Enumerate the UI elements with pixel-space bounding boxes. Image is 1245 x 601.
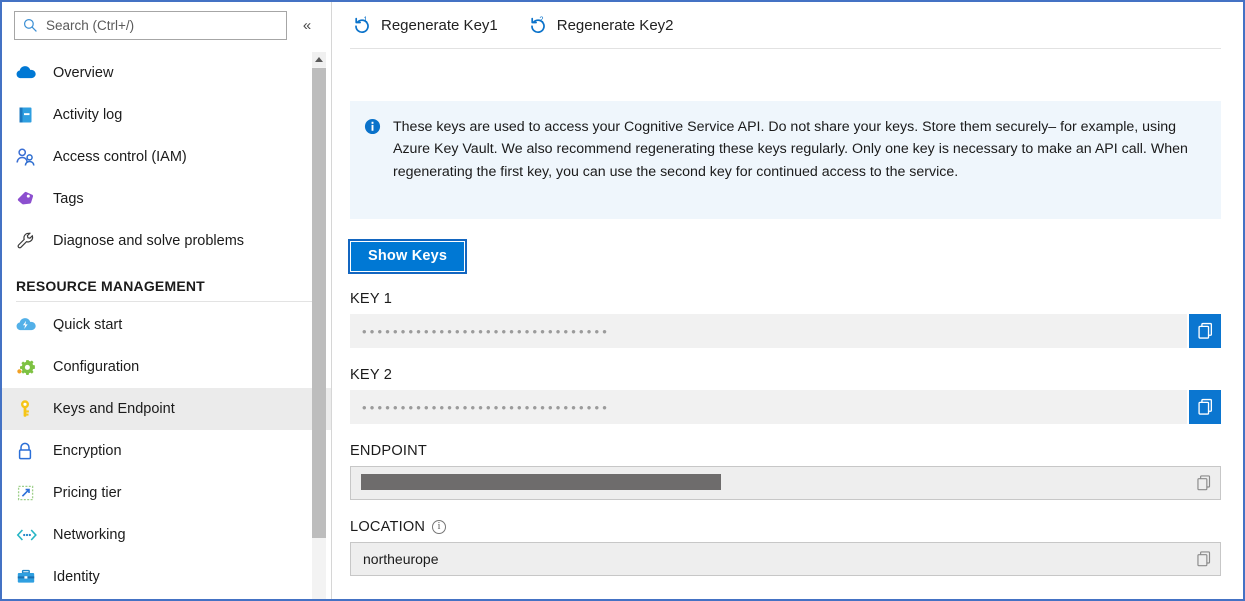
sidebar-item-quick-start[interactable]: Quick start	[2, 304, 331, 346]
svg-text:2: 2	[539, 15, 543, 24]
location-field[interactable]: northeurope	[350, 542, 1221, 576]
sidebar-nav-scroll-area: Overview Activity log	[2, 48, 331, 599]
toolbar-divider	[350, 48, 1221, 49]
azure-portal-window: « Overview	[0, 0, 1245, 601]
copy-location-button[interactable]	[1196, 551, 1212, 568]
info-icon	[364, 118, 381, 203]
keys-content: These keys are used to access your Cogni…	[332, 101, 1243, 576]
endpoint-redaction-overlay	[361, 474, 721, 490]
endpoint-row	[350, 466, 1221, 500]
configuration-gear-icon	[16, 356, 42, 378]
sidebar-item-label: Networking	[53, 527, 126, 543]
show-keys-row: Show Keys	[350, 241, 1221, 272]
sidebar-item-pricing-tier[interactable]: Pricing tier	[2, 472, 331, 514]
info-banner-text: These keys are used to access your Cogni…	[393, 116, 1193, 203]
pricing-tier-icon	[16, 482, 42, 504]
location-label: LOCATION i	[350, 519, 1221, 535]
access-control-icon	[16, 146, 42, 168]
sidebar-item-label: Keys and Endpoint	[53, 401, 175, 417]
cloud-icon	[16, 62, 42, 84]
sidebar-item-activity-log[interactable]: Activity log	[2, 94, 331, 136]
key1-label: KEY 1	[350, 291, 1221, 307]
sidebar-item-label: Activity log	[53, 107, 122, 123]
svg-text:1: 1	[363, 15, 367, 24]
sidebar-item-label: Pricing tier	[53, 485, 122, 501]
key1-value: ••••••••••••••••••••••••••••••••	[362, 325, 610, 338]
lock-icon	[16, 440, 42, 462]
sidebar-section-title: RESOURCE MANAGEMENT	[2, 262, 331, 301]
key2-label-text: KEY 2	[350, 367, 392, 383]
sidebar-search-row: «	[2, 2, 331, 46]
sidebar-item-label: Quick start	[53, 317, 122, 333]
chevron-up-icon	[315, 57, 323, 62]
key2-label: KEY 2	[350, 367, 1221, 383]
keys-and-endpoint-pane: 1 Regenerate Key1 2 Regenerate Key2	[332, 2, 1243, 599]
regenerate-key2-label: Regenerate Key2	[557, 17, 674, 34]
sidebar-item-keys-and-endpoint[interactable]: Keys and Endpoint	[2, 388, 331, 430]
location-value: northeurope	[363, 551, 439, 567]
resource-sidebar: « Overview	[2, 2, 332, 599]
sidebar-item-configuration[interactable]: Configuration	[2, 346, 331, 388]
location-info-icon[interactable]: i	[432, 520, 446, 534]
sidebar-item-diagnose[interactable]: Diagnose and solve problems	[2, 220, 331, 262]
sidebar-item-label: Diagnose and solve problems	[53, 233, 244, 249]
tag-icon	[16, 188, 42, 210]
identity-briefcase-icon	[16, 566, 42, 588]
scrollbar-thumb[interactable]	[312, 68, 326, 538]
key1-label-text: KEY 1	[350, 291, 392, 307]
search-icon	[23, 18, 38, 33]
command-toolbar: 1 Regenerate Key1 2 Regenerate Key2	[332, 2, 1243, 48]
search-input[interactable]	[44, 17, 286, 34]
activity-log-icon	[16, 104, 42, 126]
sidebar-item-label: Access control (IAM)	[53, 149, 187, 165]
key1-field[interactable]: ••••••••••••••••••••••••••••••••	[350, 314, 1187, 348]
sidebar-item-label: Overview	[53, 65, 113, 81]
quick-start-icon	[16, 314, 42, 336]
copy-endpoint-button[interactable]	[1196, 475, 1212, 492]
key-icon	[16, 398, 42, 420]
copy-key1-button[interactable]	[1189, 314, 1221, 348]
key2-value: ••••••••••••••••••••••••••••••••	[362, 401, 610, 414]
sidebar-scrollbar[interactable]	[312, 52, 326, 599]
sidebar-item-networking[interactable]: Networking	[2, 514, 331, 556]
sidebar-item-identity[interactable]: Identity	[2, 556, 331, 598]
sidebar-item-label: Tags	[53, 191, 84, 207]
sidebar-item-access-control[interactable]: Access control (IAM)	[2, 136, 331, 178]
copy-key2-button[interactable]	[1189, 390, 1221, 424]
endpoint-label-text: ENDPOINT	[350, 443, 427, 459]
sidebar-item-overview[interactable]: Overview	[2, 52, 331, 94]
regenerate-key1-icon: 1	[352, 15, 372, 35]
location-row: northeurope	[350, 542, 1221, 576]
wrench-icon	[16, 230, 42, 252]
endpoint-field[interactable]	[350, 466, 1221, 500]
regenerate-key2-icon: 2	[528, 15, 548, 35]
location-label-text: LOCATION	[350, 519, 425, 535]
sidebar-item-encryption[interactable]: Encryption	[2, 430, 331, 472]
regenerate-key2-button[interactable]: 2 Regenerate Key2	[526, 11, 676, 39]
scroll-up-button[interactable]	[312, 52, 326, 67]
regenerate-key1-label: Regenerate Key1	[381, 17, 498, 34]
info-banner: These keys are used to access your Cogni…	[350, 101, 1221, 219]
sidebar-item-label: Configuration	[53, 359, 139, 375]
collapse-sidebar-button[interactable]: «	[293, 12, 321, 40]
sidebar-item-label: Encryption	[53, 443, 122, 459]
key2-field[interactable]: ••••••••••••••••••••••••••••••••	[350, 390, 1187, 424]
key1-row: ••••••••••••••••••••••••••••••••	[350, 314, 1221, 348]
key2-row: ••••••••••••••••••••••••••••••••	[350, 390, 1221, 424]
show-keys-button[interactable]: Show Keys	[350, 241, 465, 272]
sidebar-nav-list: Overview Activity log	[2, 48, 331, 598]
endpoint-label: ENDPOINT	[350, 443, 1221, 459]
sidebar-item-label: Identity	[53, 569, 100, 585]
sidebar-section-divider	[16, 301, 317, 302]
sidebar-item-tags[interactable]: Tags	[2, 178, 331, 220]
search-box[interactable]	[14, 11, 287, 40]
networking-icon	[16, 524, 42, 546]
regenerate-key1-button[interactable]: 1 Regenerate Key1	[350, 11, 500, 39]
